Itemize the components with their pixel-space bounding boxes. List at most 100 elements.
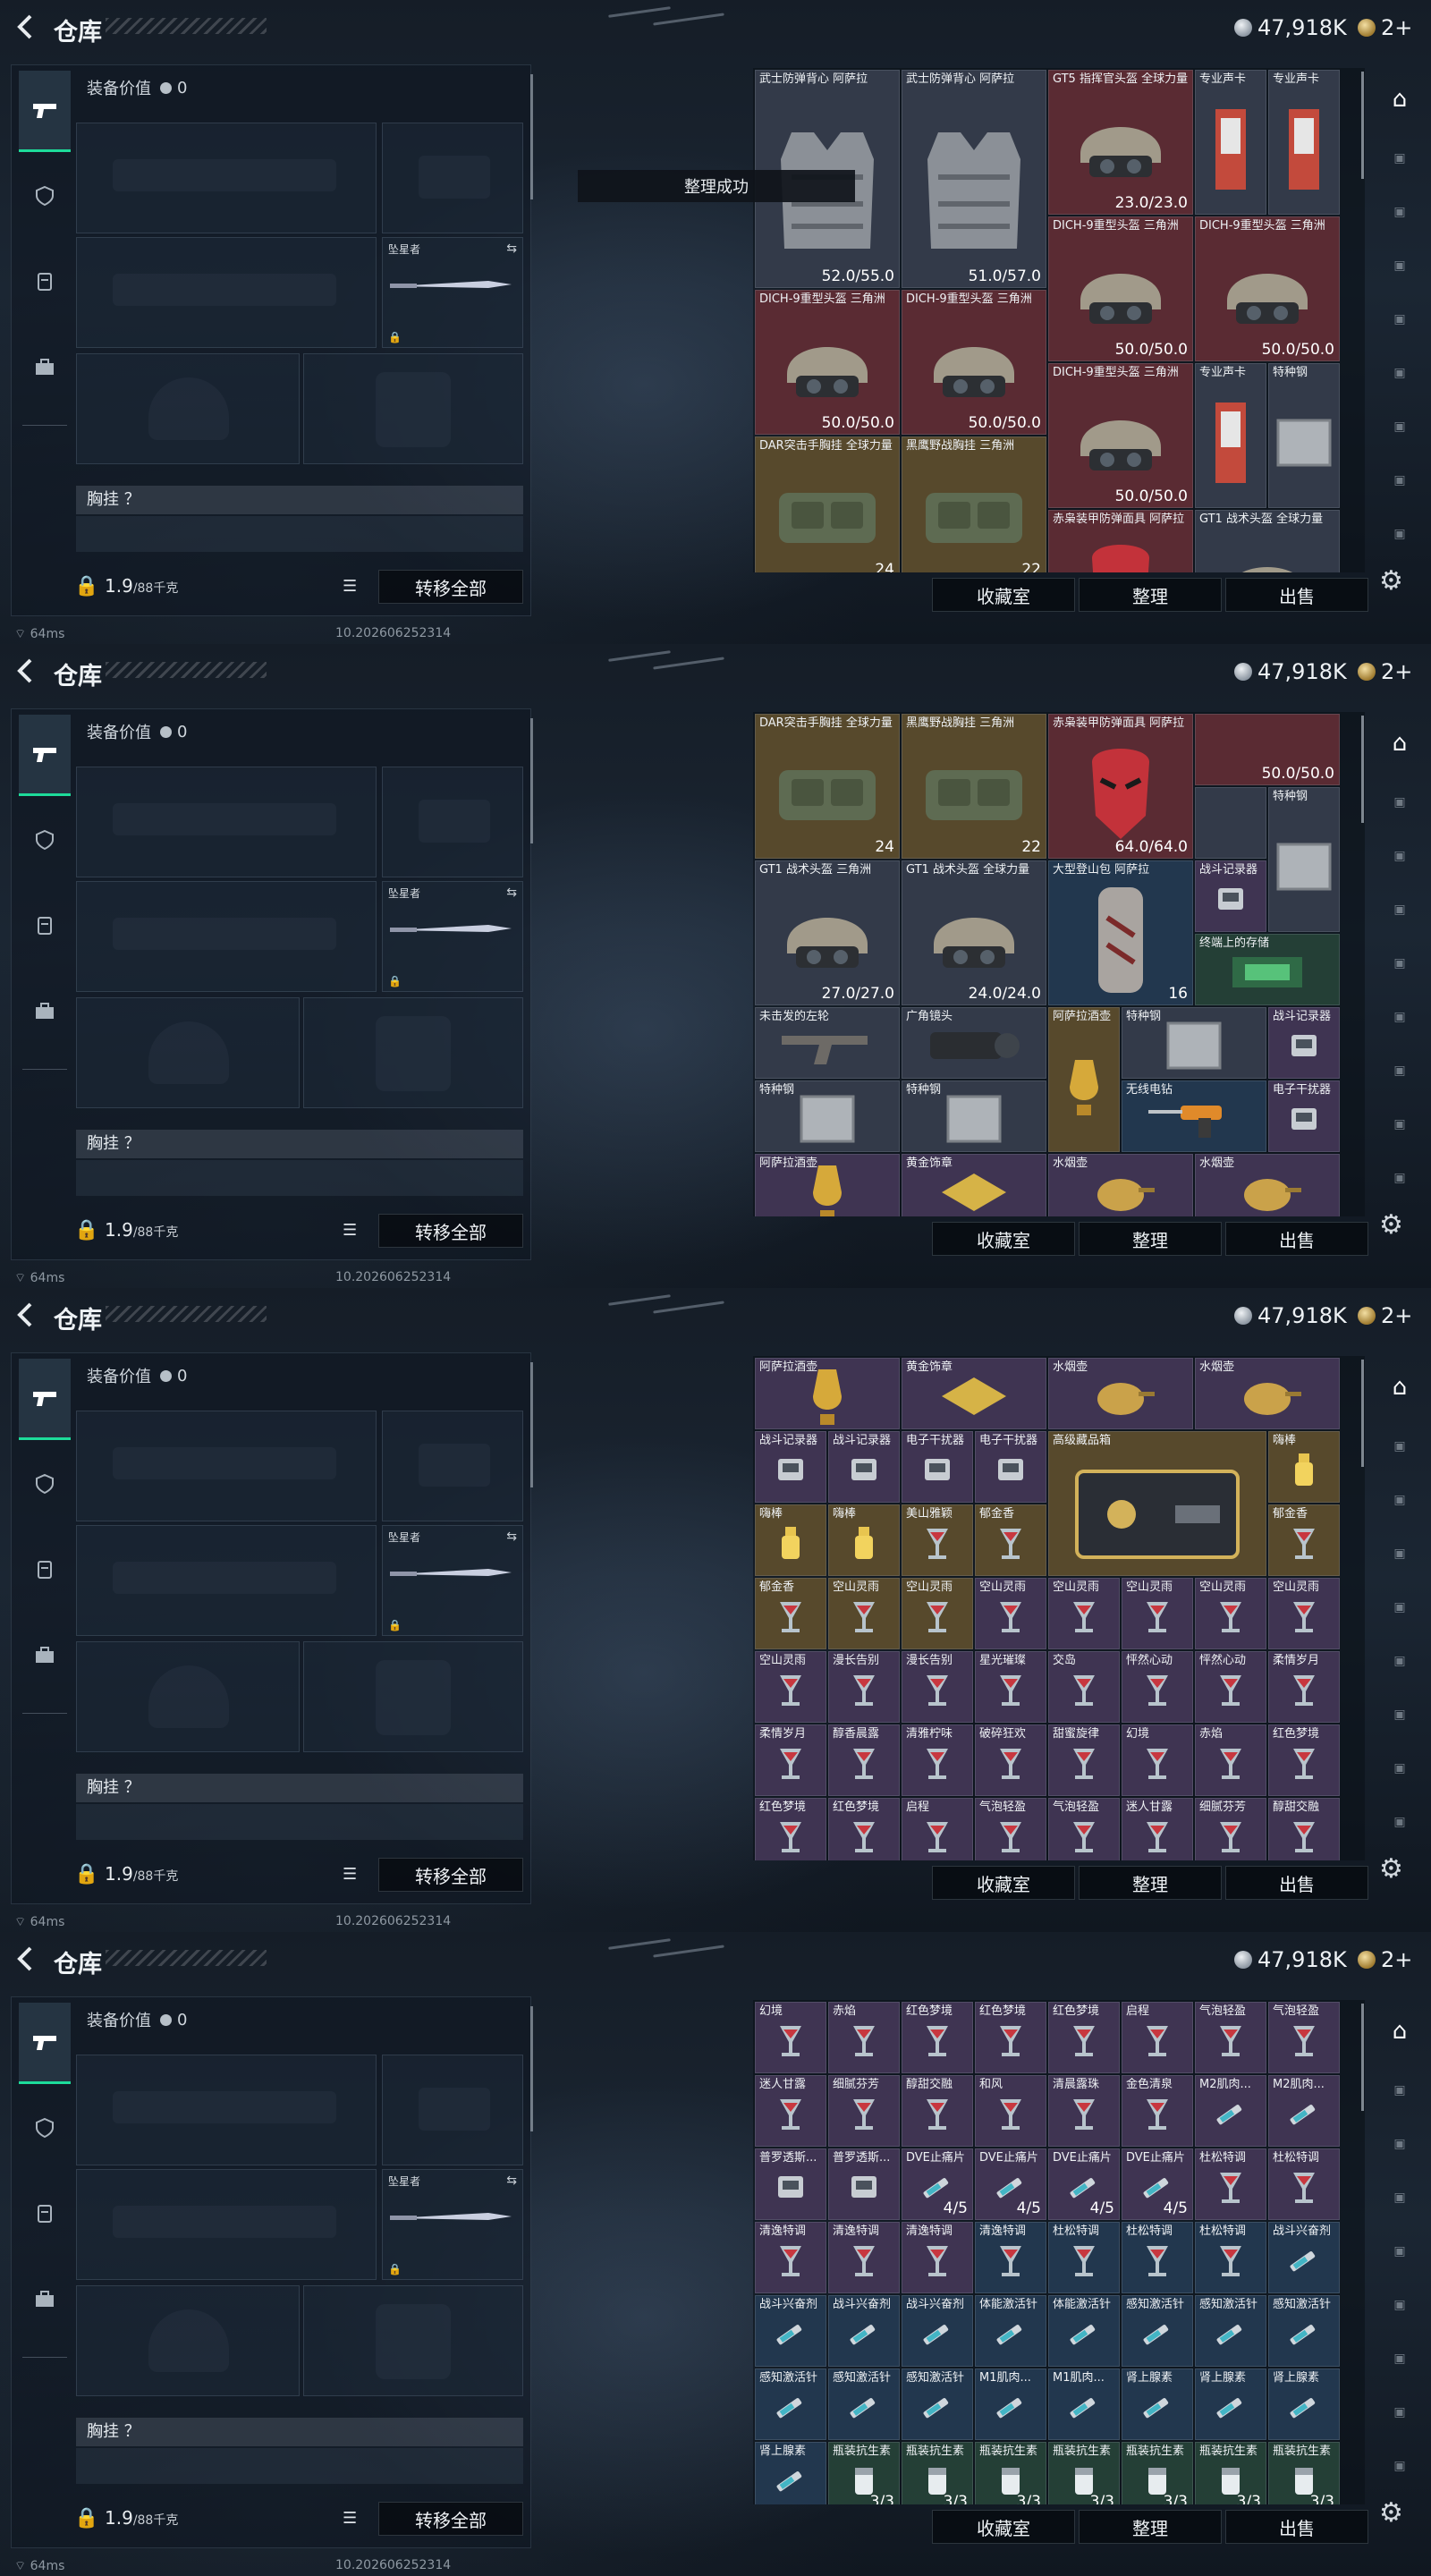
swap-icon[interactable]: ⇆ xyxy=(506,2174,517,2188)
stash-item[interactable]: DAR突击手胸挂 全球力量 24 xyxy=(755,436,900,572)
tab-backpack[interactable] xyxy=(19,972,71,1051)
chest-rig-label[interactable]: 胸挂 ？ xyxy=(76,1130,523,1158)
stash-home-icon[interactable]: ⌂ xyxy=(1383,730,1417,757)
armor-slot[interactable] xyxy=(303,2285,523,2396)
stash-page-icon[interactable]: ▣ xyxy=(1383,1165,1417,1191)
stash-item[interactable]: 空山灵雨 xyxy=(1195,1578,1266,1649)
stash-item[interactable]: GT1 战术头盔 三角洲 27.0/27.0 xyxy=(755,860,900,1005)
stash-item[interactable]: M2肌肉... xyxy=(1195,2075,1266,2147)
stash-page-icon[interactable]: ▣ xyxy=(1383,1701,1417,1728)
stash-item[interactable]: 感知激活针 xyxy=(1268,2295,1340,2367)
stash-item[interactable]: 电子干扰器 xyxy=(902,1431,973,1503)
tab-backpack[interactable] xyxy=(19,1616,71,1695)
stash-item[interactable]: 战斗记录器 xyxy=(828,1431,900,1503)
stash-item[interactable]: 战斗记录器 xyxy=(1195,860,1266,932)
stash-item[interactable]: DICH-9重型头盔 三角洲 50.0/50.0 xyxy=(902,290,1046,435)
stash-item[interactable]: 郁金香 xyxy=(1268,1504,1340,1576)
stash-item[interactable]: 瓶装抗生素 3/3 xyxy=(1268,2442,1340,2504)
gold-currency[interactable]: 2+ xyxy=(1358,11,1412,45)
melee-slot[interactable]: 坠星者 ⇆ 🔒 xyxy=(382,2169,523,2280)
sell-button[interactable]: 出售 xyxy=(1225,1222,1368,1256)
helmet-slot[interactable] xyxy=(76,353,300,464)
stash-item[interactable]: 水烟壶 xyxy=(1048,1358,1193,1429)
stash-item[interactable]: 感知激活针 xyxy=(755,2368,826,2440)
gold-currency[interactable]: 2+ xyxy=(1358,655,1412,689)
primary-weapon-slot[interactable] xyxy=(76,1411,377,1521)
stash-page-icon[interactable]: ▣ xyxy=(1383,1111,1417,1138)
armor-slot[interactable] xyxy=(303,353,523,464)
stash-item[interactable]: 水烟壶 xyxy=(1195,1358,1340,1429)
vault-button[interactable]: 收藏室 xyxy=(932,1866,1075,1900)
stash-item[interactable]: 肾上腺素 xyxy=(1122,2368,1193,2440)
swap-icon[interactable]: ⇆ xyxy=(506,1530,517,1544)
stash-item[interactable]: 醇甜交融 xyxy=(1268,1798,1340,1860)
stash-item[interactable]: 杜松特调 xyxy=(1048,2222,1120,2293)
stash-item[interactable]: 电子干扰器 xyxy=(1268,1080,1340,1152)
stash-item[interactable]: 迷人甘露 xyxy=(1122,1798,1193,1860)
stash-item[interactable]: 战斗兴奋剂 xyxy=(902,2295,973,2367)
stash-item[interactable]: DVE止痛片 4/5 xyxy=(1122,2148,1193,2220)
stash-item[interactable]: 感知激活针 xyxy=(828,2368,900,2440)
tab-armor[interactable] xyxy=(19,801,71,879)
loadout-scrollbar[interactable] xyxy=(530,2006,533,2131)
stash-item[interactable]: 迷人甘露 xyxy=(755,2075,826,2147)
stash-item[interactable]: 交岛 xyxy=(1048,1651,1120,1723)
stash-item[interactable]: 普罗透斯... xyxy=(828,2148,900,2220)
transfer-all-button[interactable]: 转移全部 xyxy=(378,1214,523,1248)
tab-vest[interactable] xyxy=(19,242,71,321)
stash-item[interactable]: 嗨棒 xyxy=(828,1504,900,1576)
chest-rig-slot[interactable] xyxy=(76,1804,523,1840)
tab-weapons[interactable] xyxy=(19,1359,71,1440)
stash-item[interactable]: 瓶装抗生素 3/3 xyxy=(828,2442,900,2504)
stash-item[interactable]: 清逸特调 xyxy=(755,2222,826,2293)
swap-icon[interactable]: ⇆ xyxy=(506,886,517,900)
stash-scrollbar[interactable] xyxy=(1361,716,1364,823)
stash-item[interactable]: 特种钢 xyxy=(1122,1007,1266,1079)
chest-rig-label[interactable]: 胸挂 ？ xyxy=(76,486,523,514)
tab-armor[interactable] xyxy=(19,157,71,235)
stash-item[interactable]: 杜松特调 xyxy=(1268,2148,1340,2220)
stash-item[interactable]: 漫长告别 xyxy=(902,1651,973,1723)
tab-weapons[interactable] xyxy=(19,715,71,796)
stash-item[interactable]: 瓶装抗生素 3/3 xyxy=(1195,2442,1266,2504)
stash-item[interactable]: 感知激活针 xyxy=(902,2368,973,2440)
stash-item[interactable]: 星光璀璨 xyxy=(975,1651,1046,1723)
stash-item[interactable]: 肾上腺素 xyxy=(1268,2368,1340,2440)
stash-scrollbar[interactable] xyxy=(1361,1360,1364,1467)
stash-item[interactable]: 赤枭装甲防弹面具 阿萨拉 64.0/64.0 xyxy=(1048,714,1193,859)
stash-item[interactable]: 红色梦境 xyxy=(828,1798,900,1860)
stash-item[interactable]: 战斗兴奋剂 xyxy=(755,2295,826,2367)
stash-item[interactable]: 终端上的存储 xyxy=(1195,934,1340,1005)
tab-backpack[interactable] xyxy=(19,2260,71,2339)
stash-item[interactable]: 肾上腺素 xyxy=(755,2442,826,2504)
stash-page-icon[interactable]: ▣ xyxy=(1383,2238,1417,2265)
stash-item[interactable]: 无线电钻 xyxy=(1122,1080,1266,1152)
stash-item[interactable]: 高级藏品箱 xyxy=(1048,1431,1266,1576)
stash-item[interactable]: DAR突击手胸挂 全球力量 24 xyxy=(755,714,900,859)
stash-page-icon[interactable]: ▣ xyxy=(1383,950,1417,977)
sell-button[interactable]: 出售 xyxy=(1225,1866,1368,1900)
stash-page-icon[interactable]: ▣ xyxy=(1383,1487,1417,1513)
stash-item[interactable]: 大型登山包 阿萨拉 16 xyxy=(1048,860,1193,1005)
stash-item[interactable]: 气泡轻盈 xyxy=(1048,1798,1120,1860)
stash-item[interactable]: 战斗兴奋剂 xyxy=(1268,2222,1340,2293)
melee-slot[interactable]: 坠星者 ⇆ 🔒 xyxy=(382,237,523,348)
tab-vest[interactable] xyxy=(19,886,71,965)
tab-backpack[interactable] xyxy=(19,328,71,407)
stash-page-icon[interactable]: ▣ xyxy=(1383,1755,1417,1782)
stash-page-icon[interactable]: ▣ xyxy=(1383,1004,1417,1030)
stash-item[interactable]: 瓶装抗生素 3/3 xyxy=(975,2442,1046,2504)
helmet-slot[interactable] xyxy=(76,1641,300,1752)
stash-item[interactable]: 细腻芬芳 xyxy=(828,2075,900,2147)
stash-item[interactable]: DICH-9重型头盔 三角洲 50.0/50.0 xyxy=(1048,216,1193,361)
silver-currency[interactable]: 47,918K xyxy=(1234,655,1347,689)
stash-item[interactable]: 金色清泉 xyxy=(1122,2075,1193,2147)
stash-item[interactable]: DVE止痛片 4/5 xyxy=(1048,2148,1120,2220)
stash-item[interactable]: 和风 xyxy=(975,2075,1046,2147)
transfer-all-button[interactable]: 转移全部 xyxy=(378,1858,523,1892)
sort-button[interactable]: 整理 xyxy=(1079,2510,1222,2544)
stash-item[interactable]: 红色梦境 xyxy=(975,2002,1046,2073)
back-arrow-icon[interactable] xyxy=(13,657,41,685)
stash-item[interactable]: 阿萨拉酒壶 xyxy=(755,1154,900,1216)
stash-item[interactable]: 杜松特调 xyxy=(1195,2222,1266,2293)
